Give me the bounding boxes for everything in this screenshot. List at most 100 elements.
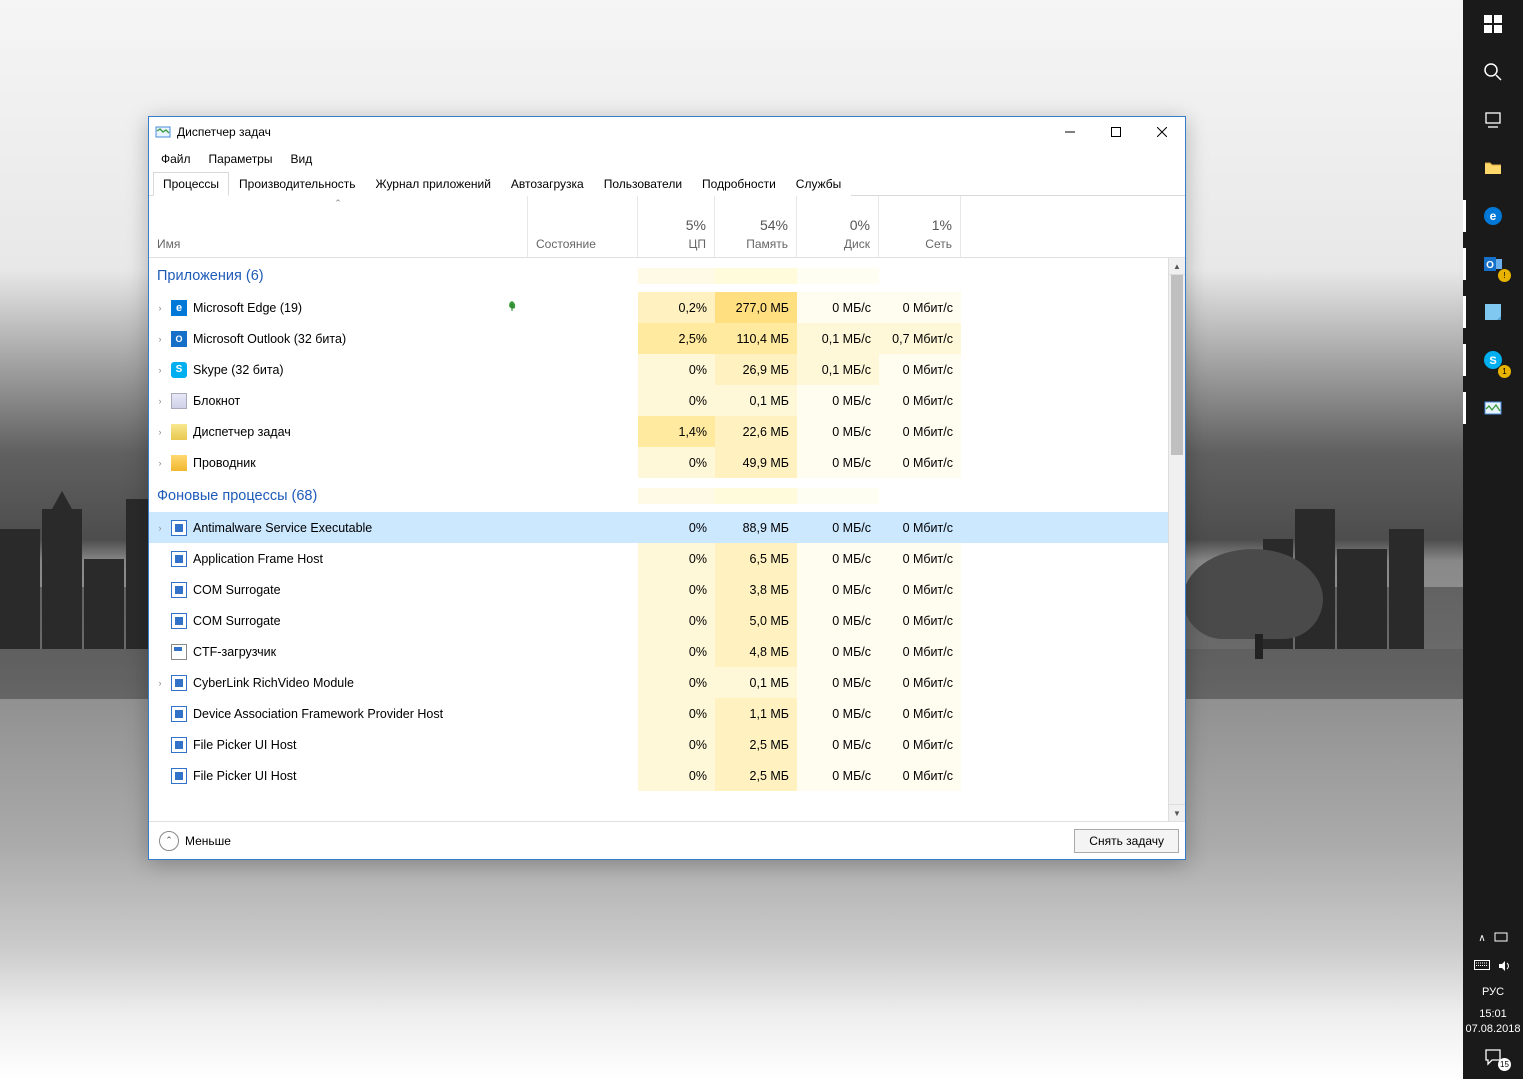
- action-center-button[interactable]: 15: [1463, 1041, 1523, 1073]
- process-icon: [171, 706, 187, 722]
- cpu-value: 0%: [638, 729, 715, 760]
- memory-value: 22,6 МБ: [715, 416, 797, 447]
- process-name: Проводник: [193, 456, 524, 470]
- column-header-network[interactable]: 1% Сеть: [879, 196, 961, 257]
- sticky-note-icon: [1483, 302, 1503, 322]
- memory-value: 1,1 МБ: [715, 698, 797, 729]
- process-icon: e: [171, 300, 187, 316]
- column-header-memory[interactable]: 54% Память: [715, 196, 797, 257]
- process-icon: [171, 424, 187, 440]
- disk-value: 0 МБ/с: [797, 543, 879, 574]
- expand-toggle-icon[interactable]: ›: [149, 334, 171, 344]
- maximize-button[interactable]: [1093, 117, 1139, 147]
- process-row[interactable]: COM Surrogate0%5,0 МБ0 МБ/с0 Мбит/с: [149, 605, 1168, 636]
- column-header-state[interactable]: Состояние: [528, 196, 638, 257]
- fewer-details-button[interactable]: ⌃ Меньше: [155, 829, 235, 853]
- process-row[interactable]: ›SSkype (32 бита)0%26,9 МБ0,1 МБ/с0 Мбит…: [149, 354, 1168, 385]
- tab-processes[interactable]: Процессы: [153, 172, 229, 196]
- process-row[interactable]: ›Блокнот0%0,1 МБ0 МБ/с0 Мбит/с: [149, 385, 1168, 416]
- menu-file[interactable]: Файл: [153, 149, 199, 169]
- expand-toggle-icon[interactable]: ›: [149, 678, 171, 688]
- process-row[interactable]: COM Surrogate0%3,8 МБ0 МБ/с0 Мбит/с: [149, 574, 1168, 605]
- scroll-thumb[interactable]: [1171, 275, 1183, 455]
- tab-services[interactable]: Службы: [786, 172, 851, 196]
- cpu-value: 0%: [638, 543, 715, 574]
- menu-view[interactable]: Вид: [282, 149, 320, 169]
- tab-performance[interactable]: Производительность: [229, 172, 365, 196]
- column-header-cpu[interactable]: 5% ЦП: [638, 196, 715, 257]
- column-header-name[interactable]: ⌃ Имя: [149, 196, 528, 257]
- process-row[interactable]: Device Association Framework Provider Ho…: [149, 698, 1168, 729]
- menu-options[interactable]: Параметры: [201, 149, 281, 169]
- scroll-up-icon[interactable]: ▲: [1169, 258, 1185, 275]
- process-row[interactable]: ›Диспетчер задач1,4%22,6 МБ0 МБ/с0 Мбит/…: [149, 416, 1168, 447]
- expand-toggle-icon[interactable]: ›: [149, 365, 171, 375]
- titlebar[interactable]: Диспетчер задач: [149, 117, 1185, 147]
- expand-toggle-icon[interactable]: ›: [149, 303, 171, 313]
- process-name: Skype (32 бита): [193, 363, 524, 377]
- clock-time: 15:01: [1465, 1007, 1520, 1021]
- taskbar-outlook[interactable]: O !: [1463, 240, 1523, 288]
- tab-app-history[interactable]: Журнал приложений: [366, 172, 501, 196]
- clock[interactable]: 15:01 07.08.2018: [1465, 1002, 1520, 1041]
- end-task-button[interactable]: Снять задачу: [1074, 829, 1179, 853]
- taskbar-explorer[interactable]: [1463, 144, 1523, 192]
- disk-value: 0 МБ/с: [797, 292, 879, 323]
- network-value: 0 Мбит/с: [879, 385, 961, 416]
- process-row[interactable]: CTF-загрузчик0%4,8 МБ0 МБ/с0 Мбит/с: [149, 636, 1168, 667]
- start-button[interactable]: [1463, 0, 1523, 48]
- tab-details[interactable]: Подробности: [692, 172, 786, 196]
- mail-badge-icon: !: [1498, 269, 1511, 282]
- tab-users[interactable]: Пользователи: [594, 172, 692, 196]
- task-manager-icon: [1483, 398, 1503, 418]
- process-group-header[interactable]: Приложения (6): [149, 258, 1168, 292]
- tray-keyboard-icon[interactable]: [1474, 960, 1490, 975]
- expand-toggle-icon[interactable]: ›: [149, 458, 171, 468]
- tray-volume-icon[interactable]: [1498, 959, 1512, 976]
- close-button[interactable]: [1139, 117, 1185, 147]
- cpu-value: 0%: [638, 605, 715, 636]
- expand-toggle-icon[interactable]: ›: [149, 523, 171, 533]
- process-icon: [171, 613, 187, 629]
- network-value: 0 Мбит/с: [879, 512, 961, 543]
- process-row[interactable]: ›OMicrosoft Outlook (32 бита)2,5%110,4 М…: [149, 323, 1168, 354]
- process-row[interactable]: ›Проводник0%49,9 МБ0 МБ/с0 Мбит/с: [149, 447, 1168, 478]
- tray-overflow-icon[interactable]: ∧: [1478, 933, 1485, 944]
- process-name: COM Surrogate: [193, 614, 524, 628]
- taskbar: e O ! S 1 ∧ РУС 15:01 07.08.2018: [1463, 0, 1523, 1079]
- language-indicator[interactable]: РУС: [1482, 982, 1504, 1002]
- task-view-icon: [1483, 110, 1503, 130]
- taskbar-sticky-notes[interactable]: [1463, 288, 1523, 336]
- process-row[interactable]: ›Antimalware Service Executable0%88,9 МБ…: [149, 512, 1168, 543]
- scroll-down-icon[interactable]: ▼: [1169, 804, 1185, 821]
- task-view-button[interactable]: [1463, 96, 1523, 144]
- taskbar-skype[interactable]: S 1: [1463, 336, 1523, 384]
- process-row[interactable]: ›CyberLink RichVideo Module0%0,1 МБ0 МБ/…: [149, 667, 1168, 698]
- minimize-button[interactable]: [1047, 117, 1093, 147]
- app-icon: [155, 124, 171, 140]
- process-name: Блокнот: [193, 394, 524, 408]
- tab-startup[interactable]: Автозагрузка: [501, 172, 594, 196]
- cpu-value: 0%: [638, 447, 715, 478]
- expand-toggle-icon[interactable]: ›: [149, 396, 171, 406]
- search-button[interactable]: [1463, 48, 1523, 96]
- process-row[interactable]: File Picker UI Host0%2,5 МБ0 МБ/с0 Мбит/…: [149, 760, 1168, 791]
- process-group-header[interactable]: Фоновые процессы (68): [149, 478, 1168, 512]
- column-header-disk[interactable]: 0% Диск: [797, 196, 879, 257]
- tray-input-icon[interactable]: [1494, 930, 1508, 947]
- expand-toggle-icon[interactable]: ›: [149, 427, 171, 437]
- process-row[interactable]: File Picker UI Host0%2,5 МБ0 МБ/с0 Мбит/…: [149, 729, 1168, 760]
- taskbar-task-manager[interactable]: [1463, 384, 1523, 432]
- memory-value: 2,5 МБ: [715, 760, 797, 791]
- taskbar-edge[interactable]: e: [1463, 192, 1523, 240]
- vertical-scrollbar[interactable]: ▲ ▼: [1168, 258, 1185, 821]
- svg-text:S: S: [1489, 355, 1496, 367]
- process-name: Диспетчер задач: [193, 425, 524, 439]
- process-row[interactable]: ›eMicrosoft Edge (19)0,2%277,0 МБ0 МБ/с0…: [149, 292, 1168, 323]
- cpu-value: 0%: [638, 354, 715, 385]
- process-row[interactable]: Application Frame Host0%6,5 МБ0 МБ/с0 Мб…: [149, 543, 1168, 574]
- network-value: 0 Мбит/с: [879, 729, 961, 760]
- memory-value: 0,1 МБ: [715, 667, 797, 698]
- cpu-value: 0%: [638, 512, 715, 543]
- disk-value: 0 МБ/с: [797, 667, 879, 698]
